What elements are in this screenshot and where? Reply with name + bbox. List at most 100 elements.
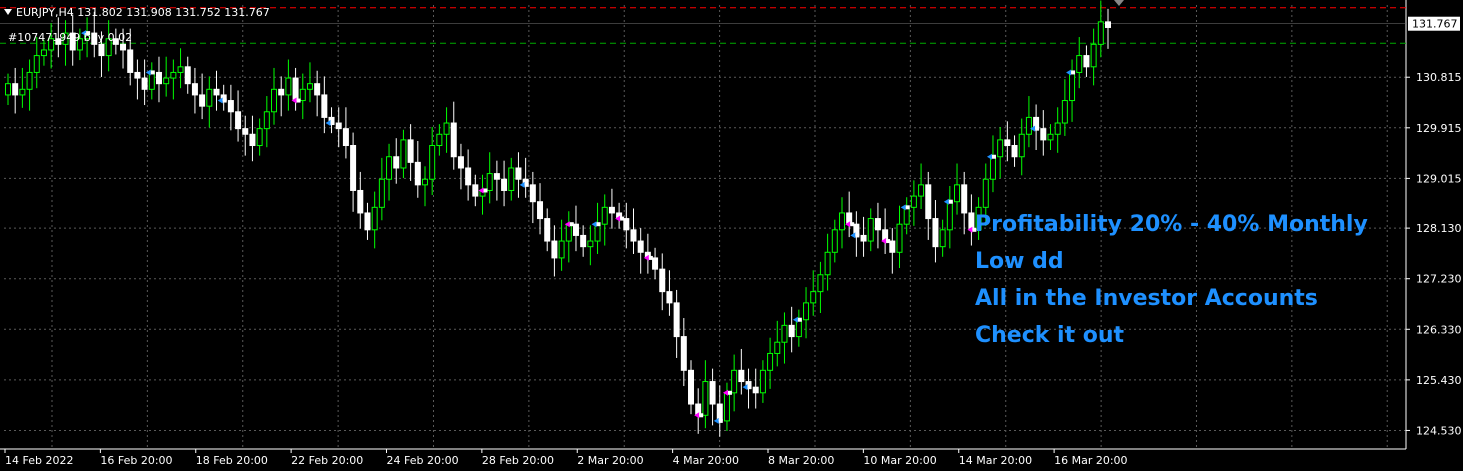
- sell-marker: [483, 188, 488, 193]
- candle-body: [141, 77, 148, 90]
- candle-body: [551, 240, 558, 259]
- candle-body: [918, 184, 925, 197]
- candle-body: [199, 94, 206, 107]
- buy-marker: [718, 418, 723, 423]
- buy-marker: [747, 385, 752, 390]
- candle-body: [335, 122, 342, 130]
- buy-marker: [905, 205, 910, 210]
- y-tick-label: 129.915: [1416, 122, 1462, 135]
- candle-body: [982, 178, 989, 208]
- candle-body: [249, 133, 256, 147]
- candle-body: [127, 49, 134, 73]
- candle-body: [227, 100, 234, 113]
- candle-body: [688, 369, 695, 405]
- candle-body: [177, 66, 184, 73]
- current-price-label: 131.767: [1412, 18, 1458, 31]
- candle-body: [580, 234, 587, 248]
- candle-body: [867, 218, 874, 242]
- buy-marker: [524, 182, 529, 187]
- buy-arrow: [519, 181, 525, 188]
- candle-body: [652, 257, 659, 270]
- candle-body: [1011, 145, 1018, 158]
- candle-body: [723, 392, 730, 422]
- candle-body: [1054, 122, 1061, 135]
- buy-arrow: [1066, 69, 1072, 76]
- candle-body: [134, 71, 141, 79]
- candle-body: [529, 184, 536, 203]
- promo-line-4: Check it out: [975, 323, 1125, 348]
- buy-marker: [948, 199, 953, 204]
- candle-body: [263, 111, 270, 130]
- buy-arrow: [217, 97, 223, 104]
- symbol-line: EURJPY,H4 131.802 131.908 131.752 131.76…: [16, 6, 270, 19]
- candle-body: [371, 206, 378, 231]
- candle-body: [314, 83, 321, 96]
- candle-body: [781, 324, 788, 343]
- candle-body: [537, 201, 544, 220]
- candle-body: [666, 291, 673, 304]
- sell-marker: [850, 222, 855, 227]
- candle-body: [400, 139, 407, 169]
- candle-body: [803, 302, 810, 321]
- candle-body: [120, 43, 127, 51]
- candle-body: [831, 229, 838, 253]
- shift-marker-icon: [1114, 0, 1124, 6]
- buy-arrow: [792, 316, 798, 323]
- candle-body: [278, 88, 285, 96]
- buy-marker: [1035, 126, 1040, 131]
- candle-body: [1069, 71, 1076, 102]
- y-tick-label: 130.815: [1416, 71, 1462, 84]
- candle-body: [932, 218, 939, 248]
- candle-body: [709, 381, 716, 405]
- candle-body: [271, 88, 278, 113]
- candle-body: [1097, 21, 1104, 45]
- collapse-triangle-icon[interactable]: [4, 9, 12, 15]
- candle-body: [774, 341, 781, 354]
- buy-arrow: [943, 198, 949, 205]
- candle-body: [256, 128, 263, 147]
- sell-marker: [296, 98, 301, 103]
- candle-body: [472, 184, 479, 197]
- candle-body: [889, 240, 896, 253]
- candle-body: [968, 212, 975, 231]
- buy-arrow: [325, 120, 331, 127]
- sell-marker: [699, 413, 704, 418]
- candle-body: [989, 156, 996, 180]
- x-tick-label: 18 Feb 20:00: [196, 454, 268, 467]
- buy-arrow: [145, 69, 151, 76]
- symbol-header: EURJPY,H4 131.802 131.908 131.752 131.76…: [4, 6, 270, 19]
- promo-text: Profitability 20% - 40% Monthly Low dd A…: [975, 206, 1368, 354]
- buy-arrow: [850, 232, 856, 239]
- candle-body: [673, 302, 680, 338]
- candle-body: [242, 128, 249, 135]
- candle-body: [421, 178, 428, 186]
- candle-body: [1047, 133, 1054, 141]
- x-tick-label: 2 Mar 20:00: [577, 454, 643, 467]
- x-tick-label: 22 Feb 20:00: [291, 454, 363, 467]
- candle-body: [1061, 100, 1068, 124]
- y-tick-label: 125.430: [1416, 374, 1462, 387]
- candle-body: [429, 145, 436, 180]
- candle-body: [572, 223, 579, 236]
- promo-line-1: Profitability 20% - 40% Monthly: [975, 212, 1368, 237]
- candle-body: [874, 218, 881, 231]
- candle-body: [235, 111, 242, 130]
- buy-arrow: [591, 221, 597, 228]
- sell-marker: [620, 216, 625, 221]
- candle-body: [767, 352, 774, 371]
- candle-body: [299, 88, 306, 102]
- x-tick-label: 8 Mar 20:00: [768, 454, 834, 467]
- candle-body: [501, 178, 508, 191]
- candle-body: [961, 184, 968, 214]
- candle-body: [954, 184, 961, 203]
- candle-body: [292, 77, 299, 102]
- candle-body: [436, 133, 443, 147]
- candle-body: [1083, 55, 1090, 68]
- candle-body: [738, 369, 745, 383]
- candle-body: [364, 212, 371, 231]
- buy-marker: [991, 154, 996, 159]
- candle-body: [26, 71, 33, 90]
- candle-body: [925, 184, 932, 220]
- candle-body: [170, 71, 177, 79]
- buy-arrow: [900, 204, 906, 211]
